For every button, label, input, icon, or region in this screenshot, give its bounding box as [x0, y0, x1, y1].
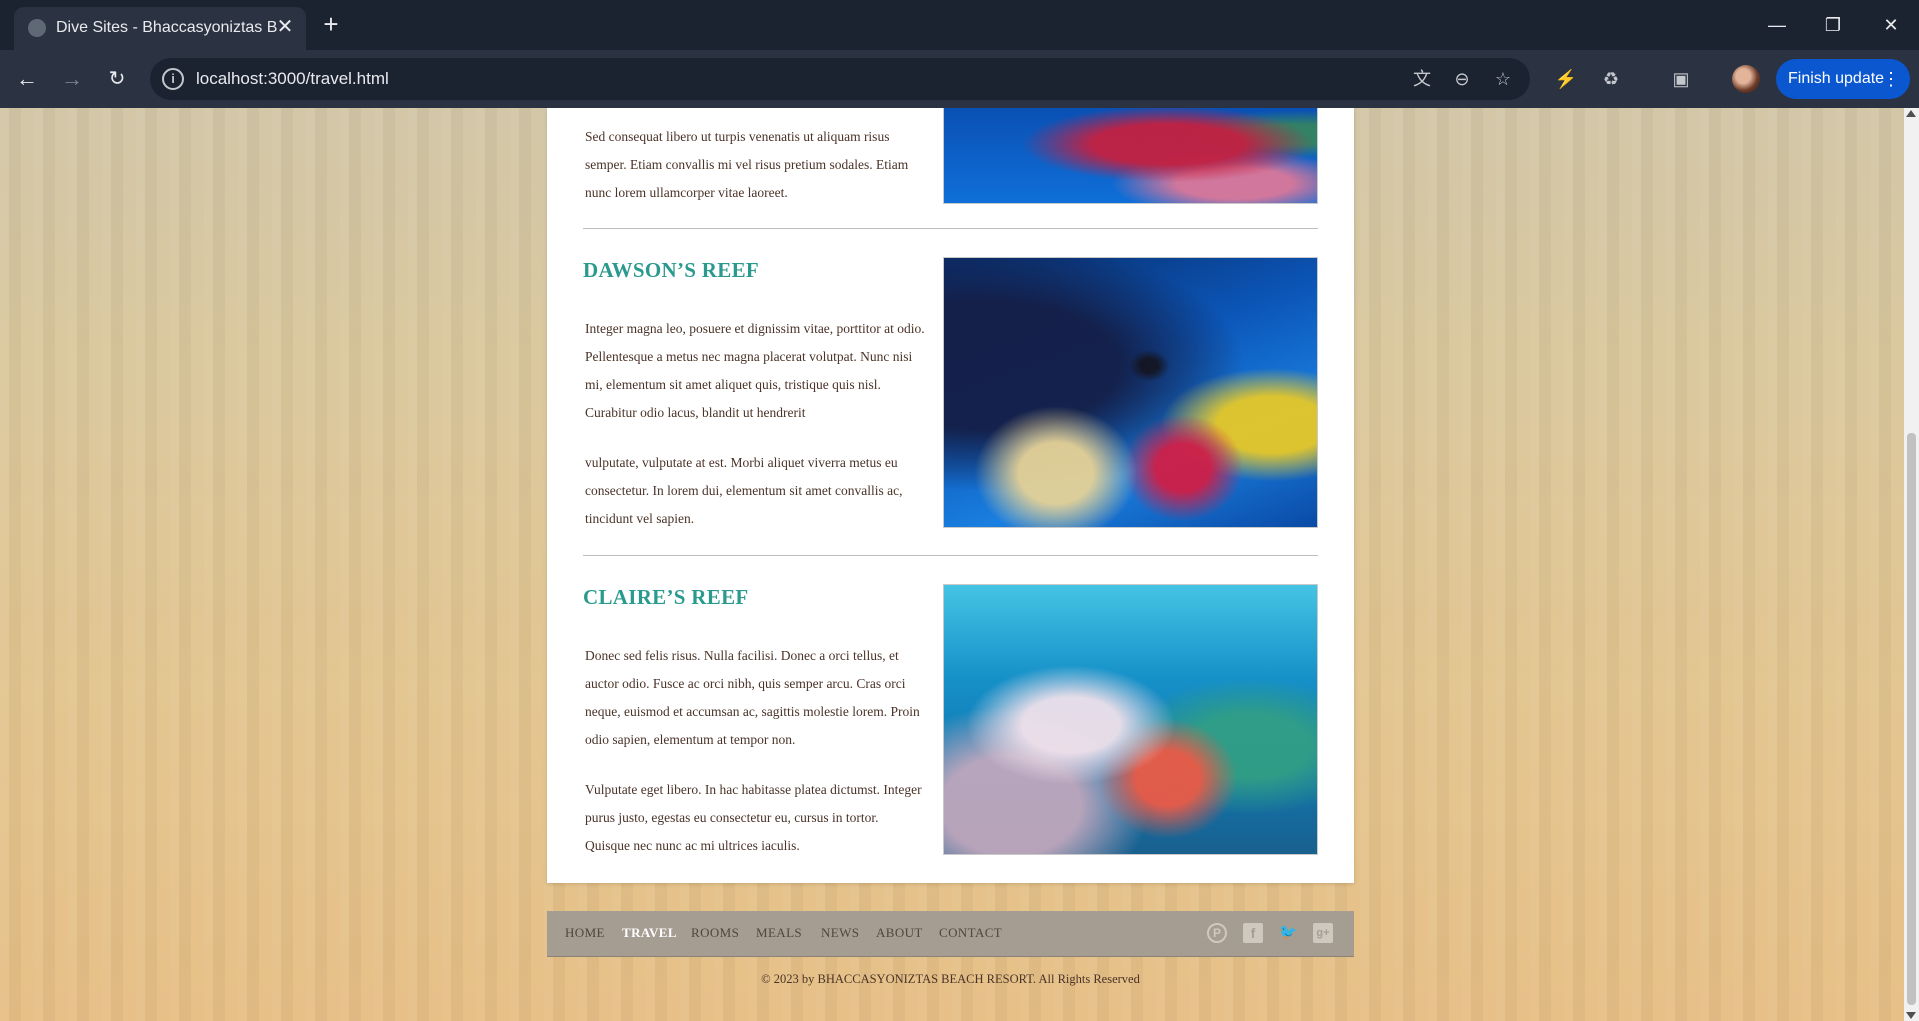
pinterest-icon[interactable]: P [1207, 923, 1227, 943]
globe-icon [28, 19, 46, 37]
footer-link-news[interactable]: NEWS [821, 925, 859, 941]
address-bar[interactable]: i localhost:3000/travel.html 文 ⊖ ☆ [150, 58, 1530, 100]
zoom-out-icon[interactable]: ⊖ [1450, 67, 1474, 91]
content-card: Sed consequat libero ut turpis venenatis… [547, 108, 1354, 883]
footer-link-travel[interactable]: TRAVEL [622, 925, 677, 941]
dawson-paragraph-2: vulputate, vulputate at est. Morbi aliqu… [585, 455, 903, 526]
vertical-scrollbar[interactable] [1904, 108, 1919, 1021]
claire-paragraph-1: Donec sed felis risus. Nulla facilisi. D… [585, 648, 920, 747]
forward-icon[interactable]: → [57, 64, 87, 94]
menu-dots-icon[interactable]: ⋮ [1882, 59, 1900, 99]
coral-reef-photo-top [943, 108, 1318, 204]
scroll-up-arrow-icon[interactable] [1906, 110, 1916, 117]
close-icon[interactable]: ✕ [1876, 10, 1906, 40]
section-top-paragraph: Sed consequat libero ut turpis venenatis… [585, 129, 909, 200]
browser-tab[interactable]: Dive Sites - Bhaccasyoniztas Beach Resor… [14, 7, 306, 50]
tab-search-icon[interactable]: ▣ [1666, 64, 1696, 94]
page-viewport: Sed consequat libero ut turpis venenatis… [0, 108, 1919, 1021]
section-title-claires-reef: CLAIRE’S REEF [583, 585, 749, 609]
facebook-icon[interactable]: f [1243, 923, 1263, 943]
scrollbar-thumb[interactable] [1907, 433, 1916, 1005]
tab-close-icon[interactable]: ✕ [274, 16, 296, 38]
dawson-paragraph-1: Integer magna leo, posuere et dignissim … [585, 321, 925, 420]
browser-toolbar: ← → ↻ i localhost:3000/travel.html 文 ⊖ ☆… [0, 50, 1919, 108]
bookmark-star-icon[interactable]: ☆ [1491, 67, 1515, 91]
minimize-icon[interactable]: — [1762, 10, 1792, 40]
copyright-text: © 2023 by BHACCASYONIZTAS BEACH RESORT. … [761, 972, 1140, 986]
footer-link-meals[interactable]: MEALS [756, 925, 802, 941]
finish-update-button[interactable]: Finish update ⋮ [1776, 59, 1910, 99]
section-divider [583, 555, 1318, 556]
back-icon[interactable]: ← [12, 64, 42, 94]
footer-link-contact[interactable]: CONTACT [939, 925, 1002, 941]
footer-link-home[interactable]: HOME [565, 925, 605, 941]
tab-strip: Dive Sites - Bhaccasyoniztas Beach Resor… [0, 0, 1919, 50]
finish-update-label: Finish update [1788, 70, 1885, 87]
extensions-icon[interactable]: ♻ [1596, 64, 1626, 94]
url-text[interactable]: localhost:3000/travel.html [196, 69, 389, 89]
footer-link-rooms[interactable]: ROOMS [691, 925, 739, 941]
restore-icon[interactable]: ❐ [1818, 10, 1848, 40]
google-plus-icon[interactable]: g+ [1313, 923, 1333, 943]
section-title-dawsons-reef: DAWSON’S REEF [583, 258, 760, 282]
footer-link-about[interactable]: ABOUT [876, 925, 923, 941]
section-divider [583, 228, 1318, 229]
soft-coral-photo [943, 584, 1318, 855]
translate-icon[interactable]: 文 [1410, 67, 1434, 91]
tab-title: Dive Sites - Bhaccasyoniztas Beach Resor… [56, 19, 278, 36]
scroll-down-arrow-icon[interactable] [1906, 1012, 1916, 1019]
claire-paragraph-2: Vulputate eget libero. In hac habitasse … [585, 782, 922, 853]
info-icon[interactable]: i [162, 68, 184, 90]
reload-icon[interactable]: ↻ [102, 64, 132, 94]
twitter-icon[interactable]: 🐦 [1278, 923, 1298, 943]
diver-reef-photo [943, 257, 1318, 528]
new-tab-button[interactable]: + [318, 11, 344, 38]
profile-avatar[interactable] [1732, 65, 1760, 93]
eye-off-icon[interactable]: ⚡ [1551, 64, 1581, 94]
footer-nav: HOME TRAVEL ROOMS MEALS NEWS ABOUT CONTA… [547, 911, 1354, 957]
